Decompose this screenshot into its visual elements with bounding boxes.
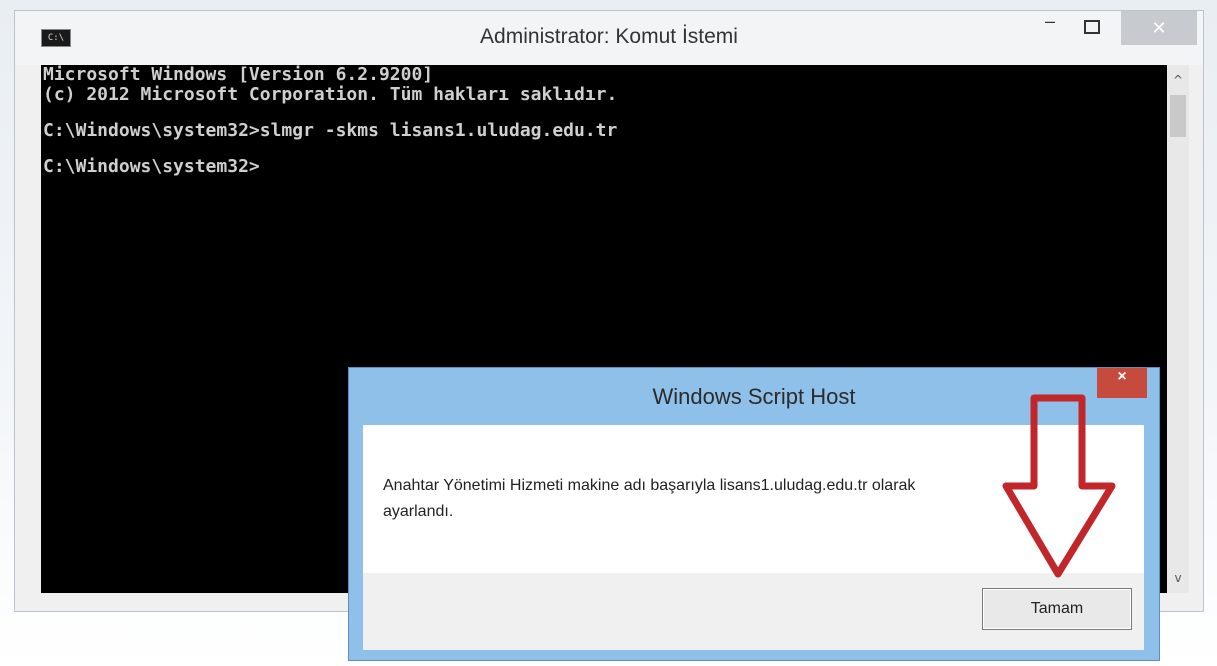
console-line: C:\Windows\system32>slmgr -skms lisans1.…	[43, 120, 618, 141]
down-arrow-annotation-icon	[1002, 394, 1116, 578]
maximize-button[interactable]	[1075, 11, 1109, 41]
console-line: Microsoft Windows [Version 6.2.9200]	[43, 65, 434, 85]
maximize-icon	[1084, 20, 1100, 34]
down-arrow-shape	[1002, 394, 1116, 578]
minimize-button[interactable]: –	[1033, 11, 1067, 41]
dialog-message: Anahtar Yönetimi Hizmeti makine adı başa…	[383, 473, 1103, 525]
console-titlebar[interactable]: C:\ Administrator: Komut İstemi – ✕	[15, 11, 1203, 65]
console-close-button[interactable]: ✕	[1121, 11, 1197, 45]
console-title: Administrator: Komut İstemi	[480, 25, 738, 48]
scroll-down-icon[interactable]: v	[1167, 567, 1189, 589]
console-scrollbar[interactable]: ^ v	[1167, 65, 1189, 593]
console-line: (c) 2012 Microsoft Corporation. Tüm hakl…	[43, 84, 618, 105]
dialog-message-line1: Anahtar Yönetimi Hizmeti makine adı başa…	[383, 477, 916, 494]
dialog-message-line2: ayarlandı.	[383, 503, 454, 520]
ok-button[interactable]: Tamam	[982, 588, 1132, 630]
scroll-up-icon[interactable]: ^	[1167, 69, 1189, 91]
dialog-footer: Tamam	[363, 573, 1144, 650]
scroll-thumb[interactable]	[1170, 95, 1186, 137]
console-prompt: C:\Windows\system32>	[43, 156, 260, 177]
